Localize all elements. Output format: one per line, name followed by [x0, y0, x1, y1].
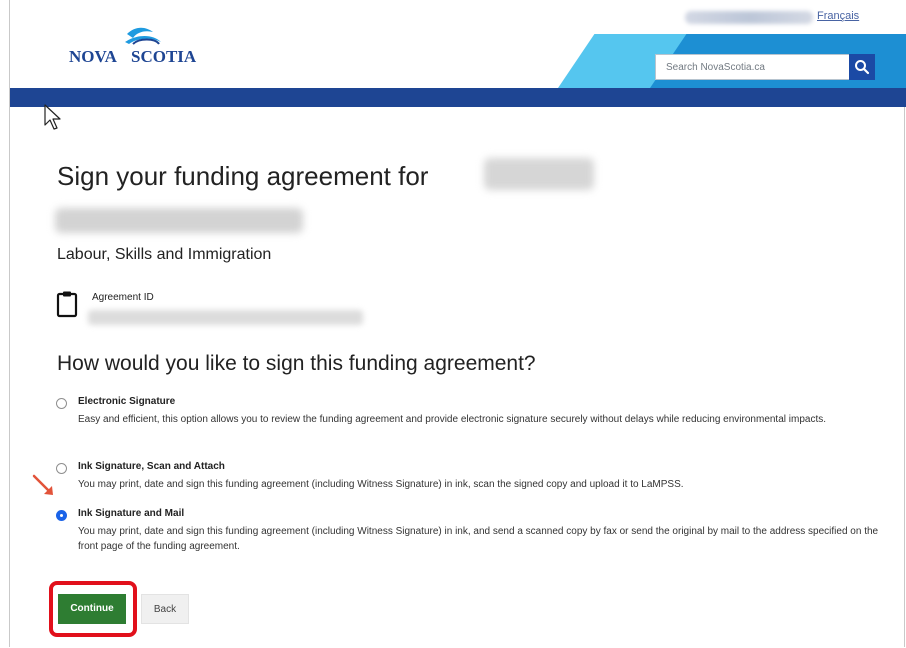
redacted-agreement-id: [88, 310, 363, 325]
option-title: Ink Signature, Scan and Attach: [78, 461, 225, 472]
redacted-organization: [55, 208, 303, 233]
department-name: Labour, Skills and Immigration: [57, 246, 272, 263]
option-title: Electronic Signature: [78, 396, 176, 407]
logo-text-left: NOVA: [69, 47, 118, 66]
logo-text-right: SCOTIA: [131, 47, 197, 66]
site-header: Français NOVA SCOTIA Search NovaScotia.c…: [10, 0, 906, 88]
redacted-recipient-name: [484, 158, 594, 190]
search-placeholder: Search NovaScotia.ca: [666, 62, 765, 73]
radio-electronic-signature[interactable]: [56, 398, 67, 409]
nav-bar: [10, 88, 906, 107]
agreement-id-label: Agreement ID: [92, 292, 154, 303]
option-description: You may print, date and sign this fundin…: [78, 526, 879, 552]
browser-frame: Français NOVA SCOTIA Search NovaScotia.c…: [9, 0, 906, 647]
nova-scotia-logo[interactable]: NOVA SCOTIA: [65, 22, 215, 72]
language-link[interactable]: Français: [817, 10, 859, 22]
search-input[interactable]: Search NovaScotia.ca: [655, 54, 851, 80]
option-description: Easy and efficient, this option allows y…: [78, 414, 827, 425]
signing-question: How would you like to sign this funding …: [57, 352, 536, 375]
option-description: You may print, date and sign this fundin…: [78, 479, 684, 490]
option-title: Ink Signature and Mail: [78, 508, 185, 519]
red-arrow-icon: [32, 474, 53, 495]
clipboard-icon: [56, 291, 78, 318]
radio-ink-scan-attach[interactable]: [56, 463, 67, 474]
redacted-user-name: [685, 11, 813, 24]
radio-ink-mail[interactable]: [56, 510, 67, 521]
pointer-cursor-icon: [44, 104, 61, 130]
page-title: Sign your funding agreement for: [57, 161, 428, 192]
continue-button[interactable]: Continue: [58, 594, 126, 624]
page-title-text: Sign your funding agreement for: [57, 161, 429, 191]
search-button[interactable]: [849, 54, 875, 80]
search-icon: [855, 60, 870, 75]
back-button[interactable]: Back: [141, 594, 189, 624]
